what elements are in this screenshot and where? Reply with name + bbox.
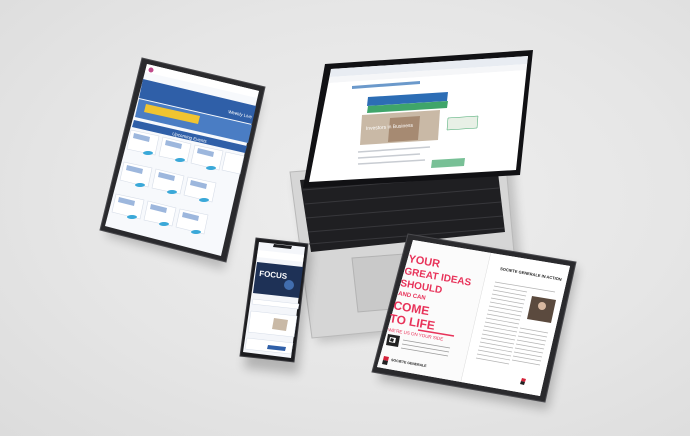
tablet-right: YOUR GREAT IDEAS SHOULD AND CAN COME TO … — [371, 233, 578, 410]
phone: FOCUS — [239, 237, 312, 374]
tablet-left: Weekly Live Upcoming Events — [99, 57, 266, 270]
qr-code — [386, 334, 400, 347]
mockup-illustration: Investors in Business Weekly Live Upcomi… — [99, 50, 578, 410]
product-mockup-scene: Investors in Business Weekly Live Upcomi… — [0, 0, 690, 436]
